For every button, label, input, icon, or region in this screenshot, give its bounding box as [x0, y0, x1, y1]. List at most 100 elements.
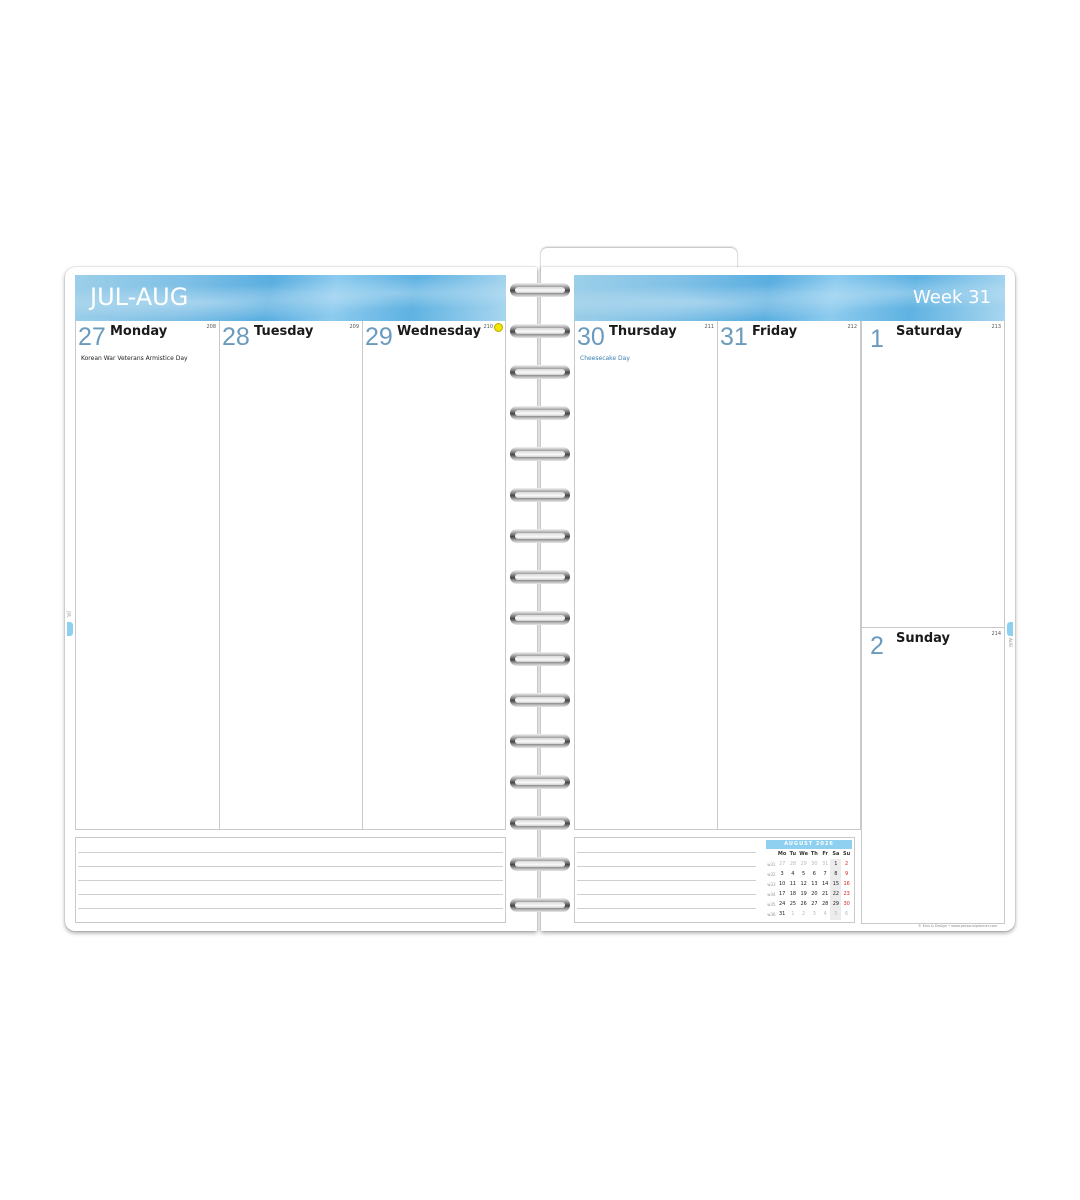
calendar-day[interactable]: 24: [777, 901, 788, 907]
calendar-day[interactable]: 14: [820, 881, 831, 887]
weekday-header: Th: [810, 851, 818, 857]
week-number: w34: [767, 891, 776, 897]
day-column-monday[interactable]: 27 Monday 208 Korean War Veterans Armist…: [75, 321, 220, 830]
calendar-day[interactable]: 18: [788, 891, 799, 897]
week-number: w33: [767, 881, 776, 887]
month-side-tab-left[interactable]: [67, 622, 73, 636]
spiral-ring: [510, 775, 570, 789]
mini-calendar: AUGUST 2026 Mo Tu We Th Fr Sa Su w31 27 …: [766, 840, 852, 920]
calendar-day[interactable]: 4: [820, 911, 831, 917]
calendar-day[interactable]: 5: [831, 911, 842, 917]
calendar-day[interactable]: 30: [809, 861, 820, 867]
week-number: w35: [767, 901, 776, 907]
calendar-day[interactable]: 2: [798, 911, 809, 917]
calendar-day[interactable]: 26: [798, 901, 809, 907]
calendar-day[interactable]: 29: [798, 861, 809, 867]
calendar-day[interactable]: 7: [820, 871, 831, 877]
calendar-day[interactable]: 28: [820, 901, 831, 907]
day-column-wednesday[interactable]: 29 Wednesday 210: [362, 321, 506, 830]
day-of-year: 209: [349, 324, 359, 330]
weekday-header: Mo: [777, 851, 787, 857]
calendar-day[interactable]: 10: [777, 881, 788, 887]
calendar-day[interactable]: 22: [831, 891, 842, 897]
week-number: w32: [767, 871, 776, 877]
spiral-ring: [510, 857, 570, 871]
calendar-day[interactable]: 15: [831, 881, 842, 887]
month-title: JUL-AUG: [90, 283, 189, 311]
calendar-day[interactable]: 11: [788, 881, 799, 887]
calendar-day[interactable]: 4: [788, 871, 799, 877]
calendar-day[interactable]: 23: [841, 891, 852, 897]
day-name: Wednesday: [397, 324, 481, 339]
calendar-day[interactable]: 28: [788, 861, 799, 867]
day-number: 2: [870, 632, 884, 660]
calendar-day[interactable]: 25: [788, 901, 799, 907]
calendar-day[interactable]: 3: [777, 871, 788, 877]
calendar-day[interactable]: 1: [831, 861, 842, 867]
calendar-day[interactable]: 3: [809, 911, 820, 917]
day-number: 1: [870, 325, 884, 353]
spiral-ring: [510, 611, 570, 625]
day-of-year: 211: [704, 324, 714, 330]
day-number: 29: [365, 323, 393, 351]
calendar-day[interactable]: 2: [841, 861, 852, 867]
day-name: Friday: [752, 324, 798, 339]
calendar-day[interactable]: 30: [841, 901, 852, 907]
day-column-saturday[interactable]: 1 Saturday 213: [861, 321, 1005, 628]
day-name: Sunday: [896, 631, 951, 646]
month-side-tab-right[interactable]: [1007, 622, 1013, 636]
day-number: 27: [78, 323, 106, 351]
weekday-header: We: [799, 851, 808, 857]
calendar-day[interactable]: 13: [809, 881, 820, 887]
calendar-day[interactable]: 17: [777, 891, 788, 897]
spiral-ring: [510, 365, 570, 379]
calendar-day[interactable]: 21: [820, 891, 831, 897]
spiral-ring: [510, 734, 570, 748]
weekday-header: Su: [843, 851, 851, 857]
calendar-day[interactable]: 27: [777, 861, 788, 867]
calendar-day[interactable]: 8: [831, 871, 842, 877]
side-label-left: JUL: [66, 611, 72, 618]
weekday-header: Sa: [832, 851, 840, 857]
spiral-ring: [510, 570, 570, 584]
week-title: Week 31: [913, 287, 991, 308]
weekday-header: Fr: [822, 851, 828, 857]
calendar-day[interactable]: 1: [788, 911, 799, 917]
event-text: Cheesecake Day: [580, 355, 630, 362]
calendar-day[interactable]: 31: [820, 861, 831, 867]
weekday-header: Tu: [789, 851, 797, 857]
day-name: Monday: [110, 324, 168, 339]
spiral-ring: [510, 406, 570, 420]
day-name: Saturday: [896, 324, 963, 339]
calendar-day[interactable]: 19: [798, 891, 809, 897]
calendar-day[interactable]: 20: [809, 891, 820, 897]
day-column-friday[interactable]: 31 Friday 212: [717, 321, 861, 830]
calendar-day[interactable]: 16: [841, 881, 852, 887]
spiral-ring: [510, 693, 570, 707]
mini-calendar-header-row: Mo Tu We Th Fr Sa Su: [766, 849, 852, 859]
day-number: 31: [720, 323, 748, 351]
calendar-day[interactable]: 9: [841, 871, 852, 877]
calendar-day[interactable]: 31: [777, 911, 788, 917]
calendar-day[interactable]: 29: [831, 901, 842, 907]
day-column-sunday[interactable]: 2 Sunday 214: [861, 628, 1005, 924]
day-of-year: 213: [991, 324, 1001, 330]
calendar-day[interactable]: 6: [809, 871, 820, 877]
mini-calendar-title: AUGUST 2026: [766, 840, 852, 849]
spiral-ring: [510, 529, 570, 543]
spiral-ring: [510, 488, 570, 502]
event-text: Korean War Veterans Armistice Day: [81, 355, 188, 362]
calendar-day[interactable]: 6: [841, 911, 852, 917]
day-column-thursday[interactable]: 30 Thursday 211 Cheesecake Day: [574, 321, 718, 830]
calendar-day[interactable]: 12: [798, 881, 809, 887]
spiral-ring: [510, 283, 570, 297]
month-header: JUL-AUG: [75, 275, 506, 321]
day-name: Tuesday: [254, 324, 314, 339]
calendar-day[interactable]: 5: [798, 871, 809, 877]
mini-calendar-week: w32 3 4 5 6 7 8 9: [766, 869, 852, 879]
week-header: Week 31: [574, 275, 1005, 321]
day-column-tuesday[interactable]: 28 Tuesday 209: [219, 321, 363, 830]
calendar-day[interactable]: 27: [809, 901, 820, 907]
notes-box-left[interactable]: [75, 837, 506, 923]
spiral-ring: [510, 324, 570, 338]
